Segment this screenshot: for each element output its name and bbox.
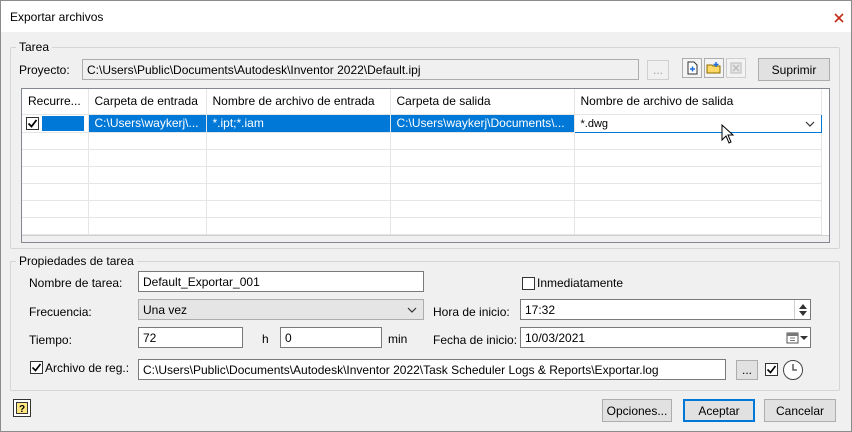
- check-icon: [31, 363, 42, 372]
- nombre-tarea-input[interactable]: Default_Exportar_001: [138, 271, 424, 292]
- help-button[interactable]: ?: [13, 399, 31, 417]
- add-file-button[interactable]: [682, 58, 702, 78]
- archivo-label[interactable]: Archivo de reg.:: [45, 361, 129, 375]
- title-bar: [1, 1, 851, 32]
- table-row[interactable]: [22, 166, 822, 184]
- hora-input[interactable]: 17:32: [520, 299, 811, 320]
- inmediatamente-label[interactable]: Inmediatamente: [537, 276, 623, 290]
- calendar-icon[interactable]: [786, 332, 808, 344]
- col-carpeta-salida[interactable]: Carpeta de salida: [390, 89, 575, 115]
- tiempo-horas-unit: h: [262, 332, 269, 346]
- opciones-button[interactable]: Opciones...: [602, 399, 672, 422]
- task-grid[interactable]: Recurre... Carpeta de entrada Nombre de …: [21, 88, 830, 243]
- close-icon: [833, 12, 844, 23]
- recurse-checkbox[interactable]: [26, 116, 39, 130]
- table-row[interactable]: [22, 200, 822, 218]
- proyecto-label: Proyecto:: [19, 63, 70, 77]
- aceptar-button[interactable]: Aceptar: [683, 399, 755, 422]
- help-icon: ?: [16, 402, 28, 414]
- frecuencia-label: Frecuencia:: [29, 305, 92, 319]
- nombre-salida-dropdown[interactable]: *.dwg: [573, 113, 822, 133]
- chevron-down-icon: [407, 307, 417, 313]
- add-folder-button[interactable]: [704, 58, 724, 78]
- tiempo-min-unit: min: [388, 332, 408, 346]
- nombre-salida-value: *.dwg: [580, 118, 609, 130]
- nombre-tarea-label: Nombre de tarea:: [29, 276, 123, 290]
- fecha-label: Fecha de inicio:: [433, 333, 518, 347]
- chevron-down-icon[interactable]: [805, 121, 815, 127]
- carpeta-salida-cell[interactable]: C:\Users\waykerj\Documents\...: [390, 114, 575, 133]
- frecuencia-value: Una vez: [143, 303, 188, 317]
- fecha-value: 10/03/2021: [525, 331, 586, 345]
- propiedades-legend: Propiedades de tarea: [16, 254, 137, 268]
- frecuencia-select[interactable]: Una vez: [138, 299, 424, 320]
- window-title: Exportar archivos: [10, 10, 104, 24]
- archivo-checkbox[interactable]: [30, 361, 43, 374]
- close-button[interactable]: [830, 9, 847, 26]
- col-recurre[interactable]: Recurre...: [22, 89, 89, 115]
- hora-spinner[interactable]: [794, 300, 810, 319]
- add-folder-icon: [706, 62, 721, 74]
- table-row[interactable]: [22, 132, 822, 150]
- remove-icon: [730, 62, 742, 74]
- table-row[interactable]: C:\Users\waykerj\... *.ipt;*.iam C:\User…: [22, 113, 822, 133]
- grid-hscroll[interactable]: [22, 235, 829, 242]
- check-icon: [766, 365, 777, 374]
- tiempo-label: Tiempo:: [29, 333, 72, 347]
- fecha-input[interactable]: 10/03/2021: [520, 327, 811, 348]
- tarea-legend: Tarea: [16, 40, 53, 54]
- cancelar-button[interactable]: Cancelar: [764, 399, 836, 422]
- table-row[interactable]: [22, 217, 822, 235]
- col-nombre-entrada[interactable]: Nombre de archivo de entrada: [206, 89, 391, 115]
- spin-up-icon[interactable]: [798, 303, 807, 309]
- col-nombre-salida[interactable]: Nombre de archivo de salida: [574, 89, 822, 115]
- inmediatamente-checkbox[interactable]: [522, 277, 535, 290]
- hora-value: 17:32: [525, 303, 556, 317]
- proyecto-field[interactable]: C:\Users\Public\Documents\Autodesk\Inven…: [82, 59, 639, 80]
- archivo-input[interactable]: C:\Users\Public\Documents\Autodesk\Inven…: [138, 359, 726, 380]
- table-row[interactable]: [22, 149, 822, 167]
- archivo-option-checkbox[interactable]: [765, 363, 778, 376]
- remove-button: [726, 58, 746, 78]
- mouse-cursor-icon: [721, 124, 735, 144]
- carpeta-entrada-cell[interactable]: C:\Users\waykerj\...: [88, 114, 207, 133]
- archivo-browse-button[interactable]: ...: [736, 360, 758, 380]
- add-file-icon: [687, 61, 698, 75]
- suprimir-button[interactable]: Suprimir: [758, 58, 830, 81]
- hora-label: Hora de inicio:: [433, 305, 510, 319]
- clock-icon[interactable]: [782, 359, 804, 381]
- tiempo-min-input[interactable]: 0: [280, 327, 382, 348]
- proyecto-browse-button: ...: [647, 60, 669, 80]
- recurse-cell[interactable]: [22, 114, 89, 133]
- spin-down-icon[interactable]: [798, 310, 807, 316]
- grid-header-row: Recurre... Carpeta de entrada Nombre de …: [22, 89, 822, 115]
- svg-text:?: ?: [19, 404, 25, 414]
- nombre-entrada-cell[interactable]: *.ipt;*.iam: [206, 114, 391, 133]
- table-row[interactable]: [22, 183, 822, 201]
- tiempo-horas-input[interactable]: 72: [138, 327, 243, 348]
- check-icon: [27, 118, 38, 128]
- col-carpeta-entrada[interactable]: Carpeta de entrada: [88, 89, 207, 115]
